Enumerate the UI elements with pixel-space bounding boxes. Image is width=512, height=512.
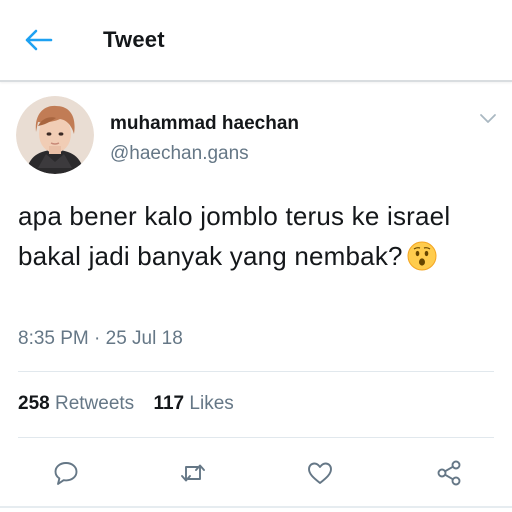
- likes-label: Likes: [189, 393, 234, 414]
- bottom-border: [0, 506, 512, 508]
- avatar[interactable]: [16, 96, 94, 174]
- retweet-icon: [181, 464, 205, 482]
- page-title: Tweet: [103, 27, 165, 52]
- arrow-left-icon: [25, 29, 53, 51]
- tweet-body: apa bener kalo jomblo terus ke israel ba…: [18, 196, 488, 276]
- top-bar: Tweet: [0, 0, 512, 82]
- chevron-down-icon: [480, 114, 496, 123]
- tweet-stats: 258 Retweets 117 Likes: [18, 393, 248, 415]
- like-button[interactable]: [305, 458, 335, 488]
- retweets-label: Retweets: [54, 393, 135, 414]
- reply-button[interactable]: [51, 458, 81, 488]
- retweet-button[interactable]: [178, 458, 208, 488]
- tweet-detail-page: Tweet muhammad haechan @haechan.gans apa…: [0, 0, 512, 512]
- tweet-timestamp[interactable]: 8:35 PM · 25 Jul 18: [18, 328, 183, 350]
- back-button[interactable]: [22, 26, 54, 54]
- divider: [18, 437, 494, 438]
- share-button[interactable]: [434, 458, 464, 488]
- author-handle[interactable]: @haechan.gans: [110, 143, 249, 165]
- heart-icon: [308, 462, 332, 484]
- tweet-text: apa bener kalo jomblo terus ke israel ba…: [18, 201, 451, 271]
- author-display-name[interactable]: muhammad haechan: [110, 113, 299, 135]
- avatar-image: [16, 96, 94, 174]
- reply-icon: [54, 462, 78, 485]
- hushed-face-emoji-icon: [407, 241, 437, 271]
- divider: [18, 371, 494, 372]
- more-options-button[interactable]: [478, 110, 498, 126]
- retweets-count: 258: [18, 393, 50, 414]
- retweets-stat[interactable]: 258 Retweets: [18, 393, 134, 414]
- share-icon: [437, 460, 461, 486]
- likes-count: 117: [153, 393, 185, 414]
- likes-stat[interactable]: 117 Likes: [153, 393, 233, 414]
